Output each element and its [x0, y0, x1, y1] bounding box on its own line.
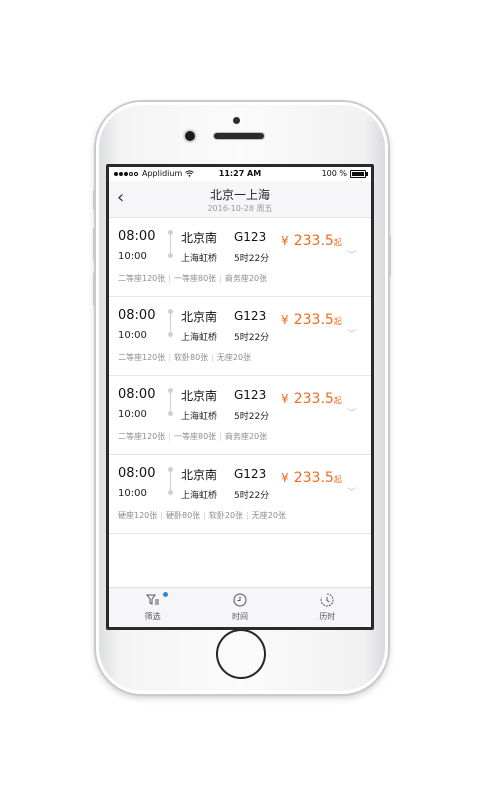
to-station: 上海虹桥	[181, 254, 218, 264]
price-suffix: 起	[333, 317, 342, 326]
seat-class: 二等座120张	[118, 274, 166, 283]
tab-label: 筛选	[144, 612, 161, 621]
tab-duration[interactable]: 历时	[284, 588, 371, 627]
train-card[interactable]: 08:00 10:00 北京南 上海虹桥 G123 5时22分 ¥ 233.5起…	[109, 218, 371, 297]
seat-class: 二等座120张	[118, 353, 166, 362]
expand-chevron-down-icon[interactable]: ﹀	[347, 248, 356, 261]
seat-class: 一等座80张	[173, 274, 217, 283]
battery-icon	[350, 169, 368, 178]
earpiece-speaker	[214, 133, 264, 139]
proximity-sensor	[233, 117, 240, 124]
train-card[interactable]: 08:00 10:00 北京南 上海虹桥 G123 5时22分 ¥ 233.5起…	[109, 376, 371, 455]
tab-time[interactable]: 时间	[196, 588, 283, 627]
home-button[interactable]	[218, 631, 264, 677]
from-station: 北京南	[181, 389, 218, 403]
price-amount: 233.5	[293, 233, 334, 249]
seat-availability: 二等座120张 | 一等座80张 | 商务座20张	[118, 274, 268, 283]
seat-class: 商务座20张	[224, 274, 268, 283]
mute-switch	[93, 190, 96, 210]
seat-class: 无座20张	[216, 353, 252, 362]
route-line-icon	[168, 467, 173, 495]
depart-time: 08:00	[118, 466, 156, 481]
expand-chevron-down-icon[interactable]: ﹀	[347, 485, 356, 498]
filter-badge-dot	[163, 592, 168, 597]
route-line-icon	[168, 388, 173, 416]
seat-class: 软卧20张	[208, 511, 244, 520]
volume-down-button	[93, 272, 96, 306]
train-number: G123	[234, 309, 267, 323]
from-station: 北京南	[181, 310, 218, 324]
status-bar: Applidium 11:27 AM 100 %	[109, 167, 371, 181]
tab-label: 时间	[231, 612, 248, 621]
page-subtitle-date: 2016-10-28 周五	[207, 204, 273, 213]
price: ¥ 233.5起	[281, 230, 342, 249]
price-suffix: 起	[333, 238, 342, 247]
route-line-icon	[168, 309, 173, 337]
seat-class: 硬卧80张	[165, 511, 201, 520]
price-suffix: 起	[333, 475, 342, 484]
seat-class: 商务座20张	[224, 432, 268, 441]
currency-symbol: ¥	[281, 471, 289, 485]
tab-filter[interactable]: 筛选	[109, 588, 196, 627]
price-suffix: 起	[333, 396, 342, 405]
bottom-tab-bar: 筛选 时间 历时	[109, 587, 371, 627]
timer-icon	[320, 593, 334, 607]
from-station: 北京南	[181, 468, 218, 482]
arrive-time: 10:00	[118, 330, 147, 341]
seat-class: 软卧80张	[173, 353, 209, 362]
train-list: 08:00 10:00 北京南 上海虹桥 G123 5时22分 ¥ 233.5起…	[109, 218, 371, 534]
depart-time: 08:00	[118, 308, 156, 323]
seat-availability: 二等座120张 | 软卧80张 | 无座20张	[118, 353, 252, 362]
volume-up-button	[93, 228, 96, 262]
train-number: G123	[234, 388, 267, 402]
route-line-icon	[168, 230, 173, 258]
tab-label: 历时	[319, 612, 336, 621]
to-station: 上海虹桥	[181, 491, 218, 501]
expand-chevron-down-icon[interactable]: ﹀	[347, 327, 356, 340]
trip-duration: 5时22分	[234, 412, 270, 422]
price-amount: 233.5	[293, 391, 334, 407]
depart-time: 08:00	[118, 387, 156, 402]
currency-symbol: ¥	[281, 234, 289, 248]
arrive-time: 10:00	[118, 409, 147, 420]
train-number: G123	[234, 467, 267, 481]
arrive-time: 10:00	[118, 488, 147, 499]
train-card[interactable]: 08:00 10:00 北京南 上海虹桥 G123 5时22分 ¥ 233.5起…	[109, 297, 371, 376]
price: ¥ 233.5起	[281, 388, 342, 407]
seat-availability: 二等座120张 | 一等座80张 | 商务座20张	[118, 432, 268, 441]
trip-duration: 5时22分	[234, 333, 270, 343]
train-card[interactable]: 08:00 10:00 北京南 上海虹桥 G123 5时22分 ¥ 233.5起…	[109, 455, 371, 534]
currency-symbol: ¥	[281, 392, 289, 406]
to-station: 上海虹桥	[181, 333, 218, 343]
front-camera	[185, 131, 195, 141]
page-title: 北京一上海	[209, 188, 270, 202]
trip-duration: 5时22分	[234, 254, 270, 264]
from-station: 北京南	[181, 231, 218, 245]
price-amount: 233.5	[293, 312, 334, 328]
filter-icon	[145, 594, 159, 605]
seat-availability: 硬座120张 | 硬卧80张 | 软卧20张 | 无座20张	[118, 511, 286, 520]
navigation-bar: ‹ 北京一上海 2016-10-28 周五	[109, 181, 371, 218]
seat-class: 无座20张	[251, 511, 286, 520]
seat-class: 硬座120张	[118, 511, 158, 520]
expand-chevron-down-icon[interactable]: ﹀	[347, 406, 356, 419]
price: ¥ 233.5起	[281, 467, 342, 486]
price-amount: 233.5	[293, 470, 334, 486]
seat-class: 一等座80张	[173, 432, 217, 441]
to-station: 上海虹桥	[181, 412, 218, 422]
app-screen: Applidium 11:27 AM 100 % ‹ 北京一上海 2016-10…	[106, 164, 374, 630]
currency-symbol: ¥	[281, 313, 289, 327]
power-button	[388, 236, 391, 276]
clock-icon	[233, 593, 247, 607]
arrive-time: 10:00	[118, 251, 147, 262]
train-number: G123	[234, 230, 267, 244]
battery-percent: 100 %	[321, 169, 347, 178]
seat-class: 二等座120张	[118, 432, 166, 441]
trip-duration: 5时22分	[234, 491, 270, 501]
price: ¥ 233.5起	[281, 309, 342, 328]
depart-time: 08:00	[118, 229, 156, 244]
